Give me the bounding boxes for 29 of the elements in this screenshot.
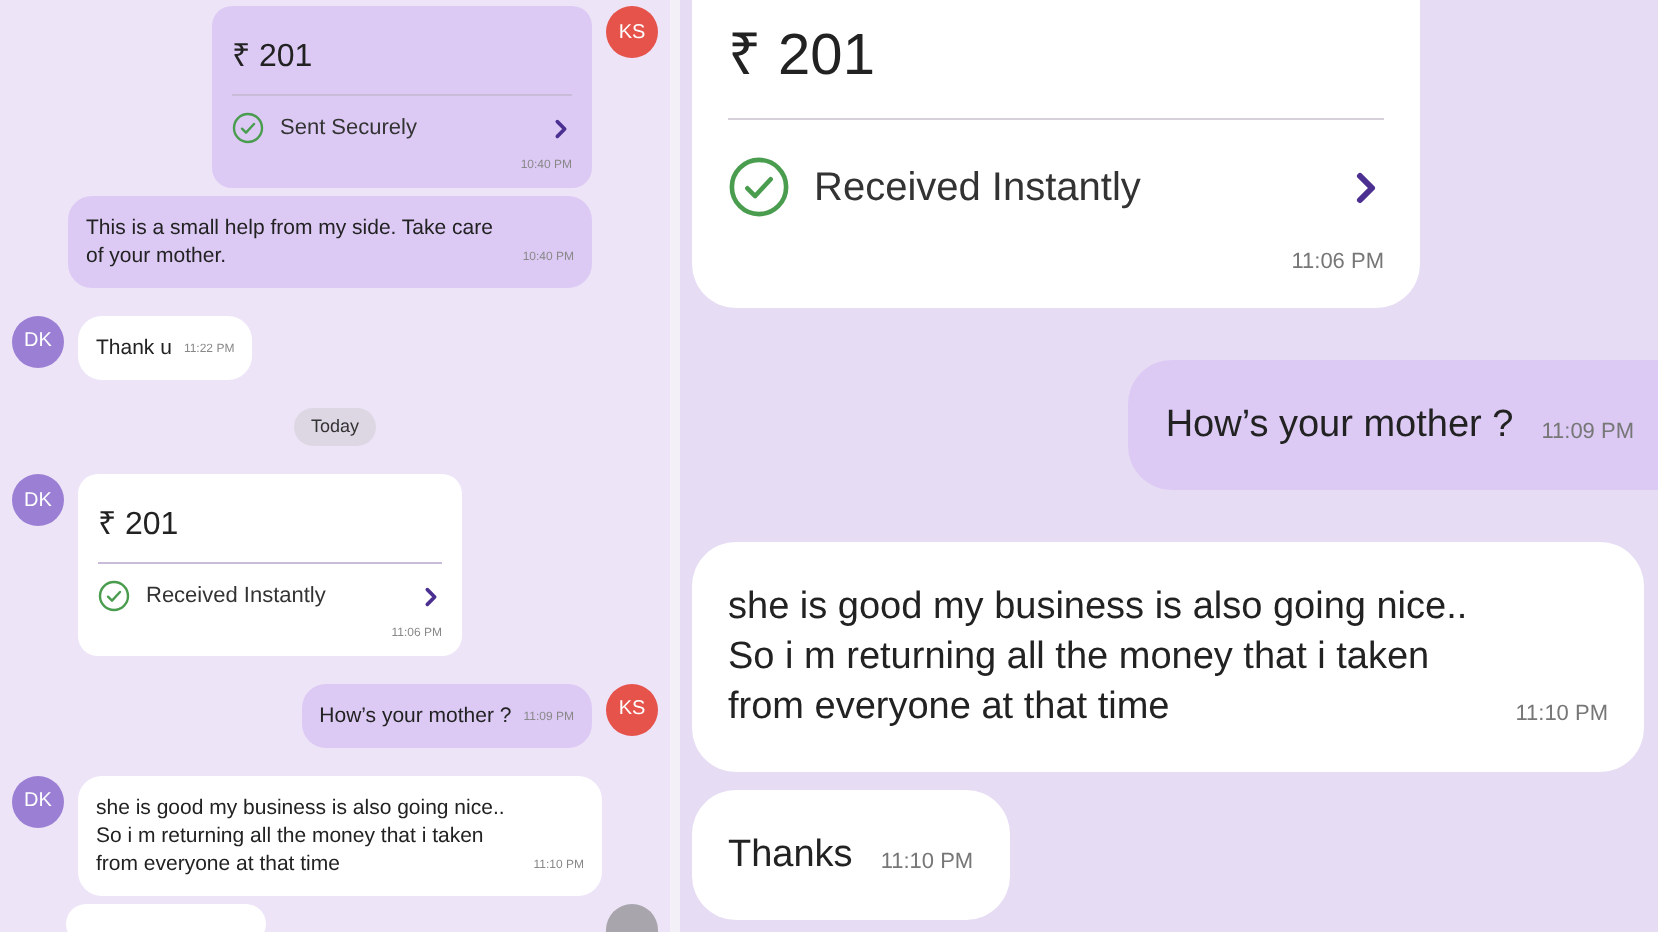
message-text: How’s your mother ? (1165, 401, 1514, 449)
check-circle-icon (728, 156, 790, 218)
message-text: Thanks (728, 831, 853, 879)
chevron-right-icon[interactable] (420, 585, 442, 608)
timestamp: 11:09 PM (1541, 418, 1634, 448)
avatar[interactable]: DK (12, 474, 64, 526)
avatar[interactable]: DK (12, 315, 64, 367)
check-circle-icon (232, 112, 264, 145)
message-text: How’s your mother ? (319, 701, 512, 729)
date-chip: Today (294, 407, 376, 446)
message-text: she is good my business is also going nice.. So i m returning all the money that i taken from everyone at that time (96, 793, 507, 877)
message-text: she is good my business is also going nice.. So i m returning all the money that i taken from everyone at that time (728, 583, 1470, 731)
avatar[interactable]: KS (606, 6, 658, 58)
check-circle-icon (98, 580, 130, 613)
status-label: Received Instantly (814, 163, 1143, 213)
amount: ₹ 201 (232, 42, 315, 74)
amount: ₹ 201 (728, 28, 877, 86)
message-text: Thank u (96, 333, 172, 361)
chevron-right-icon[interactable] (550, 117, 572, 140)
timestamp: 11:06 PM (1291, 248, 1384, 278)
avatar[interactable]: DK (12, 775, 64, 827)
timestamp: 11:10 PM (880, 848, 974, 878)
amount: ₹ 201 (98, 510, 181, 542)
status-label: Received Instantly (146, 582, 328, 612)
message-text: This is a small help from my side. Take care of your mother. (86, 213, 495, 269)
payment-card[interactable]: ₹ 201 Received Instantly 11:06 PM (692, 0, 1420, 307)
status-label: Sent Securely (280, 114, 419, 144)
timestamp: 11:10 PM (1515, 700, 1608, 730)
avatar[interactable]: KS (606, 683, 658, 735)
